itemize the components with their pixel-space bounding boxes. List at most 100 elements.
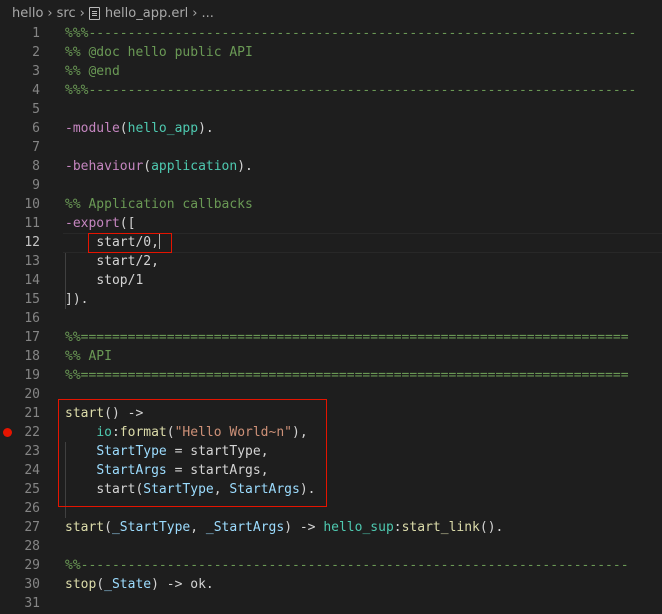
line-number: 24 [24, 463, 40, 478]
code-text: start(StartType, StartArgs). [96, 482, 316, 497]
code-line: 3 %% @end [0, 62, 662, 81]
module-name: hello_app [127, 121, 199, 136]
code-line: 6 -module(hello_app). [0, 119, 662, 138]
line-number: 14 [24, 273, 40, 288]
code-line: 20 [0, 385, 662, 404]
code-text: start() -> [65, 406, 144, 421]
chevron-right-icon: › [79, 5, 85, 21]
breadcrumb-symbols[interactable]: ... [202, 6, 214, 21]
line-number: 18 [24, 349, 40, 364]
code-line: 28 [0, 537, 662, 556]
line-number: 29 [24, 558, 40, 573]
comment: %% API [65, 349, 112, 364]
code-line: 8 -behaviour(application). [0, 157, 662, 176]
directive: -behaviour [65, 159, 144, 174]
code-line: 13 start/2, [0, 252, 662, 271]
comment: %%--------------------------------------… [65, 558, 629, 573]
line-number: 23 [24, 444, 40, 459]
code-line: 22 io:format("Hello World~n"), [0, 423, 662, 442]
line-number: 13 [24, 254, 40, 269]
variable: StartArgs [96, 463, 167, 478]
directive: -export [65, 216, 120, 231]
variable: StartType [143, 482, 214, 497]
comment: %%======================================… [65, 330, 629, 345]
line-number: 9 [32, 178, 40, 193]
code-line: 15 ]). [0, 290, 662, 309]
line-number: 22 [24, 425, 40, 440]
text-cursor [158, 234, 160, 249]
line-number: 1 [32, 26, 40, 41]
breadcrumb-folder-src[interactable]: src [57, 6, 76, 21]
line-number: 20 [24, 387, 40, 402]
code-line: 23 StartType = startType, [0, 442, 662, 461]
variable: StartArgs [229, 482, 300, 497]
line-number: 25 [24, 482, 40, 497]
line-number: 31 [24, 596, 40, 611]
comment: %%======================================… [65, 368, 629, 383]
code-line: 27 start(_StartType, _StartArgs) -> hell… [0, 518, 662, 537]
code-line: 26 [0, 499, 662, 518]
chevron-right-icon: › [192, 5, 198, 21]
code-line: 2 %% @doc hello public API [0, 43, 662, 62]
code-line: 25 start(StartType, StartArgs). [0, 480, 662, 499]
code-line-current: 12 start/0, [0, 233, 662, 253]
variable: _StartType [111, 520, 191, 535]
line-number: 8 [32, 159, 40, 174]
code-text: io:format("Hello World~n"), [96, 425, 308, 440]
string-literal: "Hello World~n" [174, 425, 292, 440]
line-number: 7 [32, 140, 40, 155]
code-line: 19 %%===================================… [0, 366, 662, 385]
line-number: 28 [24, 539, 40, 554]
function-name: stop [65, 577, 97, 592]
code-line: 11 -export([ [0, 214, 662, 233]
code-line: 30 stop(_State) -> ok. [0, 575, 662, 594]
variable: _StartArgs [205, 520, 285, 535]
line-number: 3 [32, 64, 40, 79]
code-line: 29 %%-----------------------------------… [0, 556, 662, 575]
code-text: start/0, [65, 233, 160, 252]
export-entry: start/0, [96, 235, 159, 250]
code-line: 21 start() -> [0, 404, 662, 423]
code-line: 17 %%===================================… [0, 328, 662, 347]
line-number: 2 [32, 45, 40, 60]
comment: %%%-------------------------------------… [65, 83, 637, 98]
module-name: hello_sup [323, 520, 394, 535]
breadcrumb: hello › src › hello_app.erl › ... [0, 0, 662, 26]
line-number: 4 [32, 83, 40, 98]
line-number: 15 [24, 292, 40, 307]
export-entry: stop/1 [96, 273, 144, 288]
code-text: -behaviour(application). [65, 159, 253, 174]
function-name: start [65, 406, 105, 421]
comment: %% Application callbacks [65, 197, 253, 212]
code-text: stop/1 [65, 271, 143, 290]
code-line: 7 [0, 138, 662, 157]
code-text: start/2, [65, 252, 159, 271]
code-line: 10 %% Application callbacks [0, 195, 662, 214]
line-number: 30 [24, 577, 40, 592]
code-text: -export([ [65, 216, 136, 231]
line-number: 19 [24, 368, 40, 383]
code-text: StartArgs = startArgs, [96, 463, 269, 478]
directive: -module [65, 121, 120, 136]
code-line: 16 [0, 309, 662, 328]
breadcrumb-folder-hello[interactable]: hello [12, 6, 43, 21]
code-text: -module(hello_app). [65, 121, 214, 136]
variable: StartType [96, 444, 167, 459]
function-call: start [96, 482, 136, 497]
code-line: 5 [0, 100, 662, 119]
function-name: start [65, 520, 105, 535]
function-name: format [119, 425, 167, 440]
breadcrumb-file[interactable]: hello_app.erl [105, 6, 188, 21]
line-number: 16 [24, 311, 40, 326]
chevron-right-icon: › [47, 5, 53, 21]
line-number: 26 [24, 501, 40, 516]
code-line: 14 stop/1 [0, 271, 662, 290]
line-number: 5 [32, 102, 40, 117]
code-line: 24 StartArgs = startArgs, [0, 461, 662, 480]
code-text: start(_StartType, _StartArgs) -> hello_s… [65, 520, 504, 535]
module-name: io [96, 425, 112, 440]
line-number: 10 [24, 197, 40, 212]
code-text: ]). [65, 292, 89, 307]
code-text: StartType = startType, [96, 444, 269, 459]
comment: %%%-------------------------------------… [65, 26, 637, 41]
